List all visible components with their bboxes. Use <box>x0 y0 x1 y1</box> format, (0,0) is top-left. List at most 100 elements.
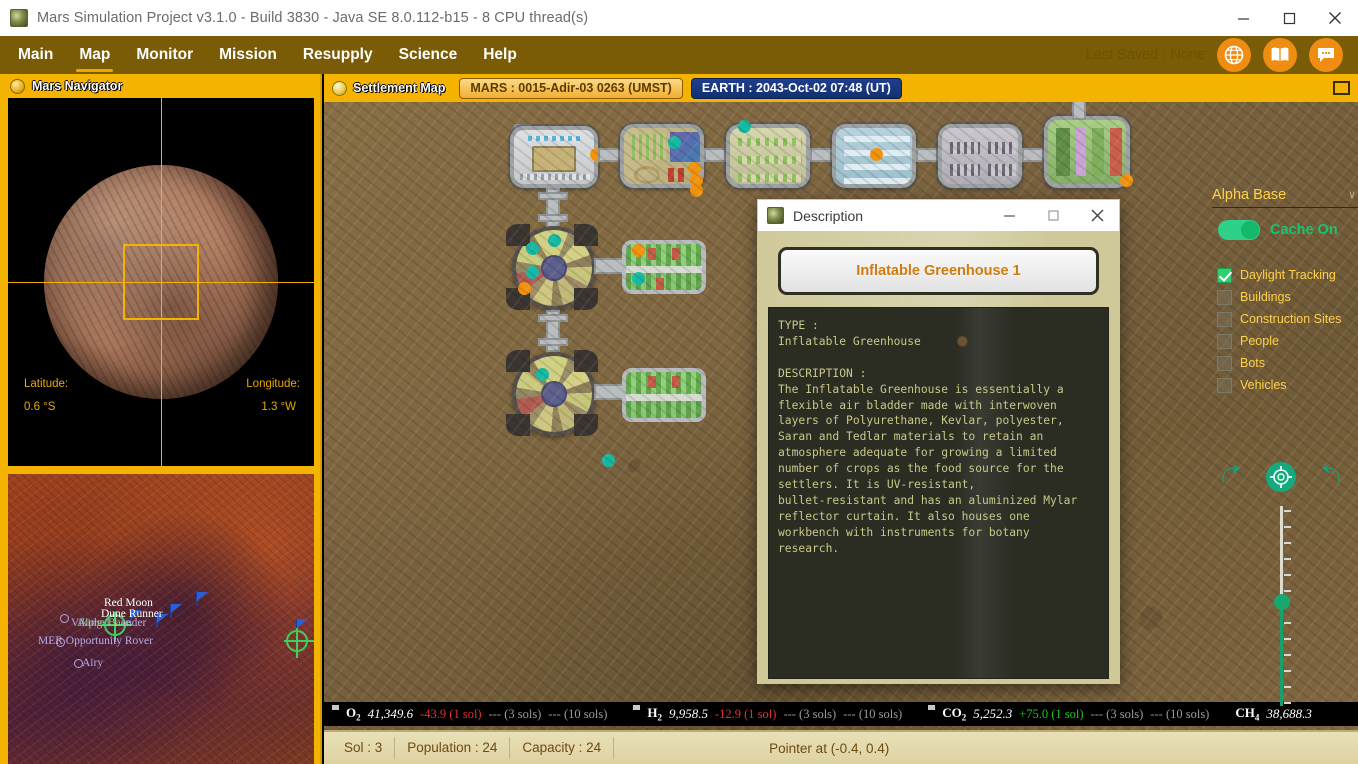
corridor-tube <box>1022 148 1046 162</box>
checkbox-icon[interactable] <box>1217 267 1232 283</box>
maximize-icon[interactable] <box>1333 81 1350 95</box>
building-module[interactable] <box>726 120 810 188</box>
menu-bar: Main Map Monitor Mission Resupply Scienc… <box>0 36 1358 74</box>
navigator-header: Mars Navigator <box>4 76 318 96</box>
menu-item-map[interactable]: Map <box>66 36 123 74</box>
mars-time-chip[interactable]: MARS : 0015-Adir-03 0263 (UMST) <box>459 77 683 99</box>
person-marker <box>668 136 681 149</box>
earth-time-chip[interactable]: EARTH : 2043-Oct-02 07:48 (UT) <box>690 77 902 99</box>
menu-item-science[interactable]: Science <box>386 36 471 74</box>
settlement-map-bulb-icon[interactable] <box>332 80 347 96</box>
person-marker <box>632 244 645 257</box>
checkbox-icon[interactable] <box>1217 289 1232 305</box>
corridor-tube <box>594 258 624 274</box>
rotate-clockwise-icon[interactable] <box>1218 462 1244 493</box>
globe-icon[interactable] <box>1217 38 1251 72</box>
close-button[interactable] <box>1312 0 1358 36</box>
latitude-label: Latitude: <box>24 378 69 390</box>
person-marker <box>602 454 615 467</box>
window-controls <box>1220 0 1358 36</box>
last-saved-label: Last Saved : None <box>1085 47 1205 63</box>
menu-item-resupply[interactable]: Resupply <box>290 36 386 74</box>
recenter-icon[interactable] <box>1266 462 1296 492</box>
settlement-select[interactable]: Alpha Base ∨ <box>1212 182 1358 208</box>
building-hub[interactable] <box>506 350 598 436</box>
building-name-button[interactable]: Inflatable Greenhouse 1 <box>778 247 1099 295</box>
layer-label: Vehicles <box>1240 378 1287 392</box>
surface-map[interactable]: Red Moon Dune Runner Alpha Base Viking 1… <box>8 474 314 764</box>
description-dialog[interactable]: Description Inflatable Greenhouse 1 TYPE… <box>757 199 1120 684</box>
checkbox-icon[interactable] <box>1217 355 1232 371</box>
navigator-bulb-icon[interactable] <box>10 78 25 94</box>
chat-icon[interactable] <box>1309 38 1343 72</box>
rotate-counterclockwise-icon[interactable] <box>1318 462 1344 493</box>
building-module[interactable] <box>1044 116 1133 188</box>
book-icon[interactable] <box>1263 38 1297 72</box>
mars-navigator-panel: Mars Navigator Latitude: 0.6 °S Longitud… <box>0 74 322 764</box>
building-module[interactable] <box>620 124 704 197</box>
dialog-title: Description <box>793 207 864 224</box>
corridor-tube <box>546 310 560 352</box>
globe-view[interactable]: Latitude: 0.6 °S Longitude: 1.3 °W <box>8 98 314 466</box>
menu-item-monitor[interactable]: Monitor <box>123 36 206 74</box>
layer-bots[interactable]: Bots <box>1217 352 1341 374</box>
map-rotation-controls <box>1218 458 1344 496</box>
settlement-controls-panel: Alpha Base ∨ Cache On Daylight Tracking … <box>1204 176 1358 736</box>
resource-delta-1sol: -12.9 (1 sol) <box>714 706 777 721</box>
latitude-value: 0.6 °S <box>24 401 56 413</box>
building-greenhouse[interactable] <box>622 368 706 422</box>
person-marker <box>548 234 561 247</box>
maximize-button[interactable] <box>1266 0 1312 36</box>
zoom-slider-knob[interactable] <box>1274 594 1290 610</box>
viewport-box <box>123 244 199 320</box>
corridor-tube <box>538 338 568 346</box>
building-hub[interactable] <box>506 224 598 310</box>
person-marker <box>688 162 701 175</box>
dialog-maximize-button[interactable] <box>1031 200 1075 232</box>
dialog-minimize-button[interactable] <box>987 200 1031 232</box>
settlement-name: Alpha Base <box>1212 186 1287 203</box>
resource-tick-icon <box>633 705 641 711</box>
layer-vehicles[interactable]: Vehicles <box>1217 374 1341 396</box>
settlement-map-area[interactable]: Settlement Map MARS : 0015-Adir-03 0263 … <box>324 74 1358 764</box>
menu-item-help[interactable]: Help <box>470 36 530 74</box>
checkbox-icon[interactable] <box>1217 311 1232 327</box>
cache-toggle[interactable] <box>1218 220 1260 240</box>
checkbox-icon[interactable] <box>1217 333 1232 349</box>
building-module[interactable] <box>510 126 603 188</box>
cache-toggle-row[interactable]: Cache On <box>1218 220 1338 240</box>
dialog-window-controls <box>987 200 1119 232</box>
chevron-down-icon[interactable]: ∨ <box>1348 188 1356 201</box>
resource-value: 9,958.5 <box>668 706 708 721</box>
person-marker <box>632 272 645 285</box>
settlement-reticle-icon <box>286 630 308 652</box>
layer-buildings[interactable]: Buildings <box>1217 286 1341 308</box>
layer-construction-sites[interactable]: Construction Sites <box>1217 308 1341 330</box>
layer-people[interactable]: People <box>1217 330 1341 352</box>
resource-tick-icon <box>332 705 339 711</box>
pointer-status: Pointer at (-0.4, 0.4) <box>769 740 890 756</box>
settlement-map-toolbar: Settlement Map MARS : 0015-Adir-03 0263 … <box>324 74 1358 102</box>
dialog-close-button[interactable] <box>1075 200 1119 232</box>
layer-label: Bots <box>1240 356 1266 370</box>
corridor-tube <box>514 124 532 134</box>
minimize-button[interactable] <box>1220 0 1266 36</box>
resource-h2[interactable]: H2 9,958.5 -12.9 (1 sol) --- (3 sols) --… <box>607 705 902 723</box>
building-module[interactable] <box>832 124 916 188</box>
layer-daylight-tracking[interactable]: Daylight Tracking <box>1217 264 1341 286</box>
corridor-tube <box>810 148 834 162</box>
menu-item-main[interactable]: Main <box>5 36 66 74</box>
layer-label: Buildings <box>1240 290 1291 304</box>
zoom-slider[interactable] <box>1274 506 1291 706</box>
building-greenhouse[interactable] <box>622 240 706 294</box>
dialog-titlebar[interactable]: Description <box>757 199 1120 231</box>
sol-status: Sol : 3 <box>332 737 396 759</box>
resource-o2[interactable]: O2 41,349.6 -43.9 (1 sol) --- (3 sols) -… <box>324 705 607 723</box>
checkbox-icon[interactable] <box>1217 377 1232 393</box>
resource-co2[interactable]: CO2 5,252.3 +75.0 (1 sol) --- (3 sols) -… <box>902 705 1209 723</box>
resource-delta-3sols: --- (3 sols) <box>1090 706 1144 721</box>
building-module[interactable] <box>938 124 1022 188</box>
layer-label: People <box>1240 334 1279 348</box>
menu-item-mission[interactable]: Mission <box>206 36 290 74</box>
resource-delta-10sols: --- (10 sols) <box>843 706 903 721</box>
